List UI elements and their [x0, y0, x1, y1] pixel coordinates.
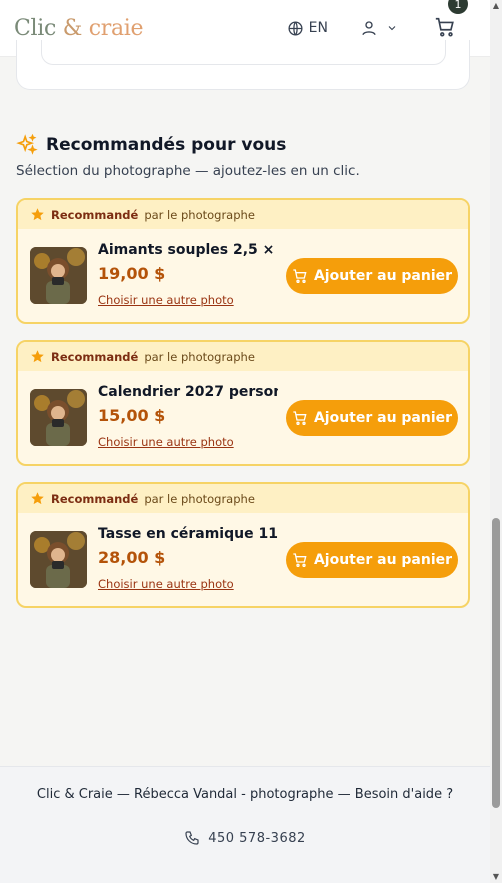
product-photo: [30, 389, 87, 446]
user-icon: [362, 21, 376, 36]
choose-other-photo-link[interactable]: Choisir une autre photo: [98, 435, 234, 449]
badge-bold-text: Recommandé: [51, 491, 139, 506]
scrollbar-thumb[interactable]: [492, 518, 500, 808]
previous-card-inner: [41, 40, 446, 65]
badge-bold-text: Recommandé: [51, 349, 139, 364]
logo-clic-text: Clic: [14, 15, 57, 41]
recommended-heading: Recommandés pour vous: [16, 134, 286, 156]
product-name: Tasse en céramique 11 ...: [98, 526, 278, 542]
add-to-cart-label: Ajouter au panier: [313, 552, 453, 568]
product-price: 28,00 $: [98, 548, 166, 567]
badge-bold-text: Recommandé: [51, 207, 139, 222]
add-to-cart-label: Ajouter au panier: [313, 410, 453, 426]
language-label: EN: [308, 20, 328, 36]
scrollbar[interactable]: ▲ ▼: [490, 0, 502, 883]
phone-number: 450 578-3682: [208, 830, 306, 846]
cart-icon: [293, 553, 307, 567]
add-to-cart-button[interactable]: Ajouter au panier: [286, 542, 458, 578]
cart-count-badge: 1: [448, 0, 468, 14]
product-name: Calendrier 2027 person...: [98, 384, 278, 400]
recommended-title: Recommandés pour vous: [46, 135, 287, 155]
scroll-down-arrow-icon[interactable]: ▼: [492, 873, 500, 881]
choose-other-photo-link[interactable]: Choisir une autre photo: [98, 293, 234, 307]
star-icon: [31, 492, 44, 505]
recommended-card: Recommandé par le photographe Aimants so…: [16, 198, 470, 324]
add-to-cart-label: Ajouter au panier: [313, 268, 453, 284]
recommended-badge: Recommandé par le photographe: [18, 342, 468, 371]
globe-icon: [288, 20, 303, 36]
recommended-card: Recommandé par le photographe Tasse en c…: [16, 482, 470, 608]
recommended-badge: Recommandé par le photographe: [18, 200, 468, 229]
badge-rest-text: par le photographe: [144, 491, 255, 506]
product-photo: [30, 531, 87, 588]
add-to-cart-button[interactable]: Ajouter au panier: [286, 400, 458, 436]
choose-other-photo-link[interactable]: Choisir une autre photo: [98, 577, 234, 591]
chevron-down-icon: [388, 26, 396, 31]
product-price: 15,00 $: [98, 406, 166, 425]
star-icon: [31, 208, 44, 221]
recommended-subtitle: Sélection du photographe — ajoutez-les e…: [16, 163, 360, 179]
badge-rest-text: par le photographe: [144, 207, 255, 222]
badge-rest-text: par le photographe: [144, 349, 255, 364]
language-switcher[interactable]: EN: [287, 20, 328, 37]
footer-phone[interactable]: 450 578-3682: [0, 830, 490, 846]
add-to-cart-button[interactable]: Ajouter au panier: [286, 258, 458, 294]
logo-craie-text: craie: [88, 15, 144, 41]
page-footer: Clic & Craie — Rébecca Vandal - photogra…: [0, 766, 490, 883]
recommended-card: Recommandé par le photographe Calendrier…: [16, 340, 470, 466]
footer-text: Clic & Craie — Rébecca Vandal - photogra…: [36, 787, 454, 802]
cart-button[interactable]: 1: [434, 0, 468, 40]
brand-logo[interactable]: Clic & craie: [14, 15, 144, 41]
logo-amp-text: &: [56, 15, 89, 41]
cart-icon: [293, 411, 307, 425]
phone-icon: [185, 831, 199, 845]
recommended-badge: Recommandé par le photographe: [18, 484, 468, 513]
cart-icon: [435, 17, 454, 37]
star-icon: [31, 350, 44, 363]
product-name: Aimants souples 2,5 × ...: [98, 242, 278, 258]
cart-icon: [293, 269, 307, 283]
account-menu[interactable]: [360, 19, 398, 37]
previous-card: [16, 40, 470, 90]
product-photo: [30, 247, 87, 304]
scroll-up-arrow-icon[interactable]: ▲: [492, 2, 500, 10]
product-price: 19,00 $: [98, 264, 166, 283]
sparkles-icon: [16, 134, 38, 155]
